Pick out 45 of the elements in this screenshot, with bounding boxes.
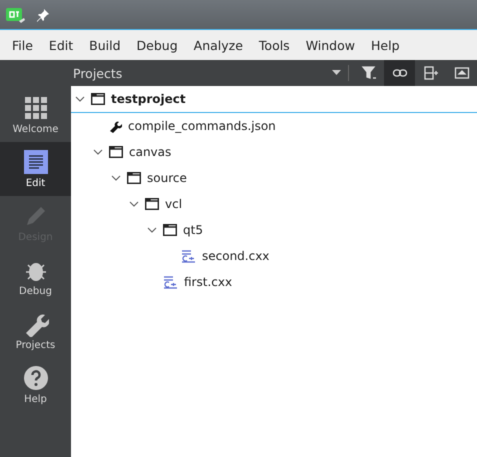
menu-item[interactable]: Debug xyxy=(128,38,186,52)
menu-item[interactable]: Help xyxy=(363,38,408,52)
split-icon xyxy=(422,65,438,81)
tree-item[interactable]: vcl xyxy=(71,191,477,217)
cpp-file-icon xyxy=(163,276,178,288)
grid-icon xyxy=(22,95,48,121)
pane-title: Projects xyxy=(73,66,124,80)
cpp-file-icon xyxy=(181,250,196,262)
tree-item[interactable]: compile_commands.json xyxy=(71,113,477,139)
chevron-down-icon[interactable] xyxy=(75,94,85,104)
folder-icon xyxy=(91,93,105,105)
app-logo-icon xyxy=(6,6,26,24)
mode-button[interactable]: Projects xyxy=(0,304,71,358)
mode-button[interactable]: Debug xyxy=(0,250,71,304)
help-icon xyxy=(22,365,48,391)
folder-icon xyxy=(145,198,159,210)
mode-button[interactable]: Help xyxy=(0,358,71,412)
menu-item[interactable]: Analyze xyxy=(186,38,251,52)
chevron-down-icon[interactable] xyxy=(111,173,121,183)
folder-icon xyxy=(163,224,177,236)
tree-item[interactable]: canvas xyxy=(71,139,477,165)
menu-item[interactable]: Tools xyxy=(250,38,298,52)
pin-icon[interactable] xyxy=(36,8,50,22)
chevron-down-icon[interactable] xyxy=(129,199,139,209)
chevron-down-icon[interactable] xyxy=(93,147,103,157)
folder-icon xyxy=(109,146,123,158)
wrench-icon xyxy=(109,120,122,132)
tree-item[interactable]: first.cxx xyxy=(71,269,477,295)
tree-item[interactable]: testproject xyxy=(71,86,477,113)
chevron-down-icon[interactable] xyxy=(147,225,157,235)
toolbar-button[interactable] xyxy=(384,60,415,86)
panel-icon xyxy=(454,65,470,81)
tree-item[interactable]: source xyxy=(71,165,477,191)
document-icon xyxy=(22,149,48,175)
menu-item[interactable]: Window xyxy=(298,38,363,52)
tree-item[interactable]: second.cxx xyxy=(71,243,477,269)
dropdown-caret-icon[interactable] xyxy=(332,70,341,76)
folder-icon xyxy=(127,172,141,184)
menu-item[interactable]: File xyxy=(4,38,41,52)
mode-button[interactable]: Edit xyxy=(0,142,71,196)
menu-item[interactable]: Edit xyxy=(40,38,82,52)
tree-item[interactable]: qt5 xyxy=(71,217,477,243)
filter-icon xyxy=(360,65,376,81)
menu-item[interactable]: Build xyxy=(81,38,129,52)
mode-button[interactable]: Welcome xyxy=(0,88,71,142)
